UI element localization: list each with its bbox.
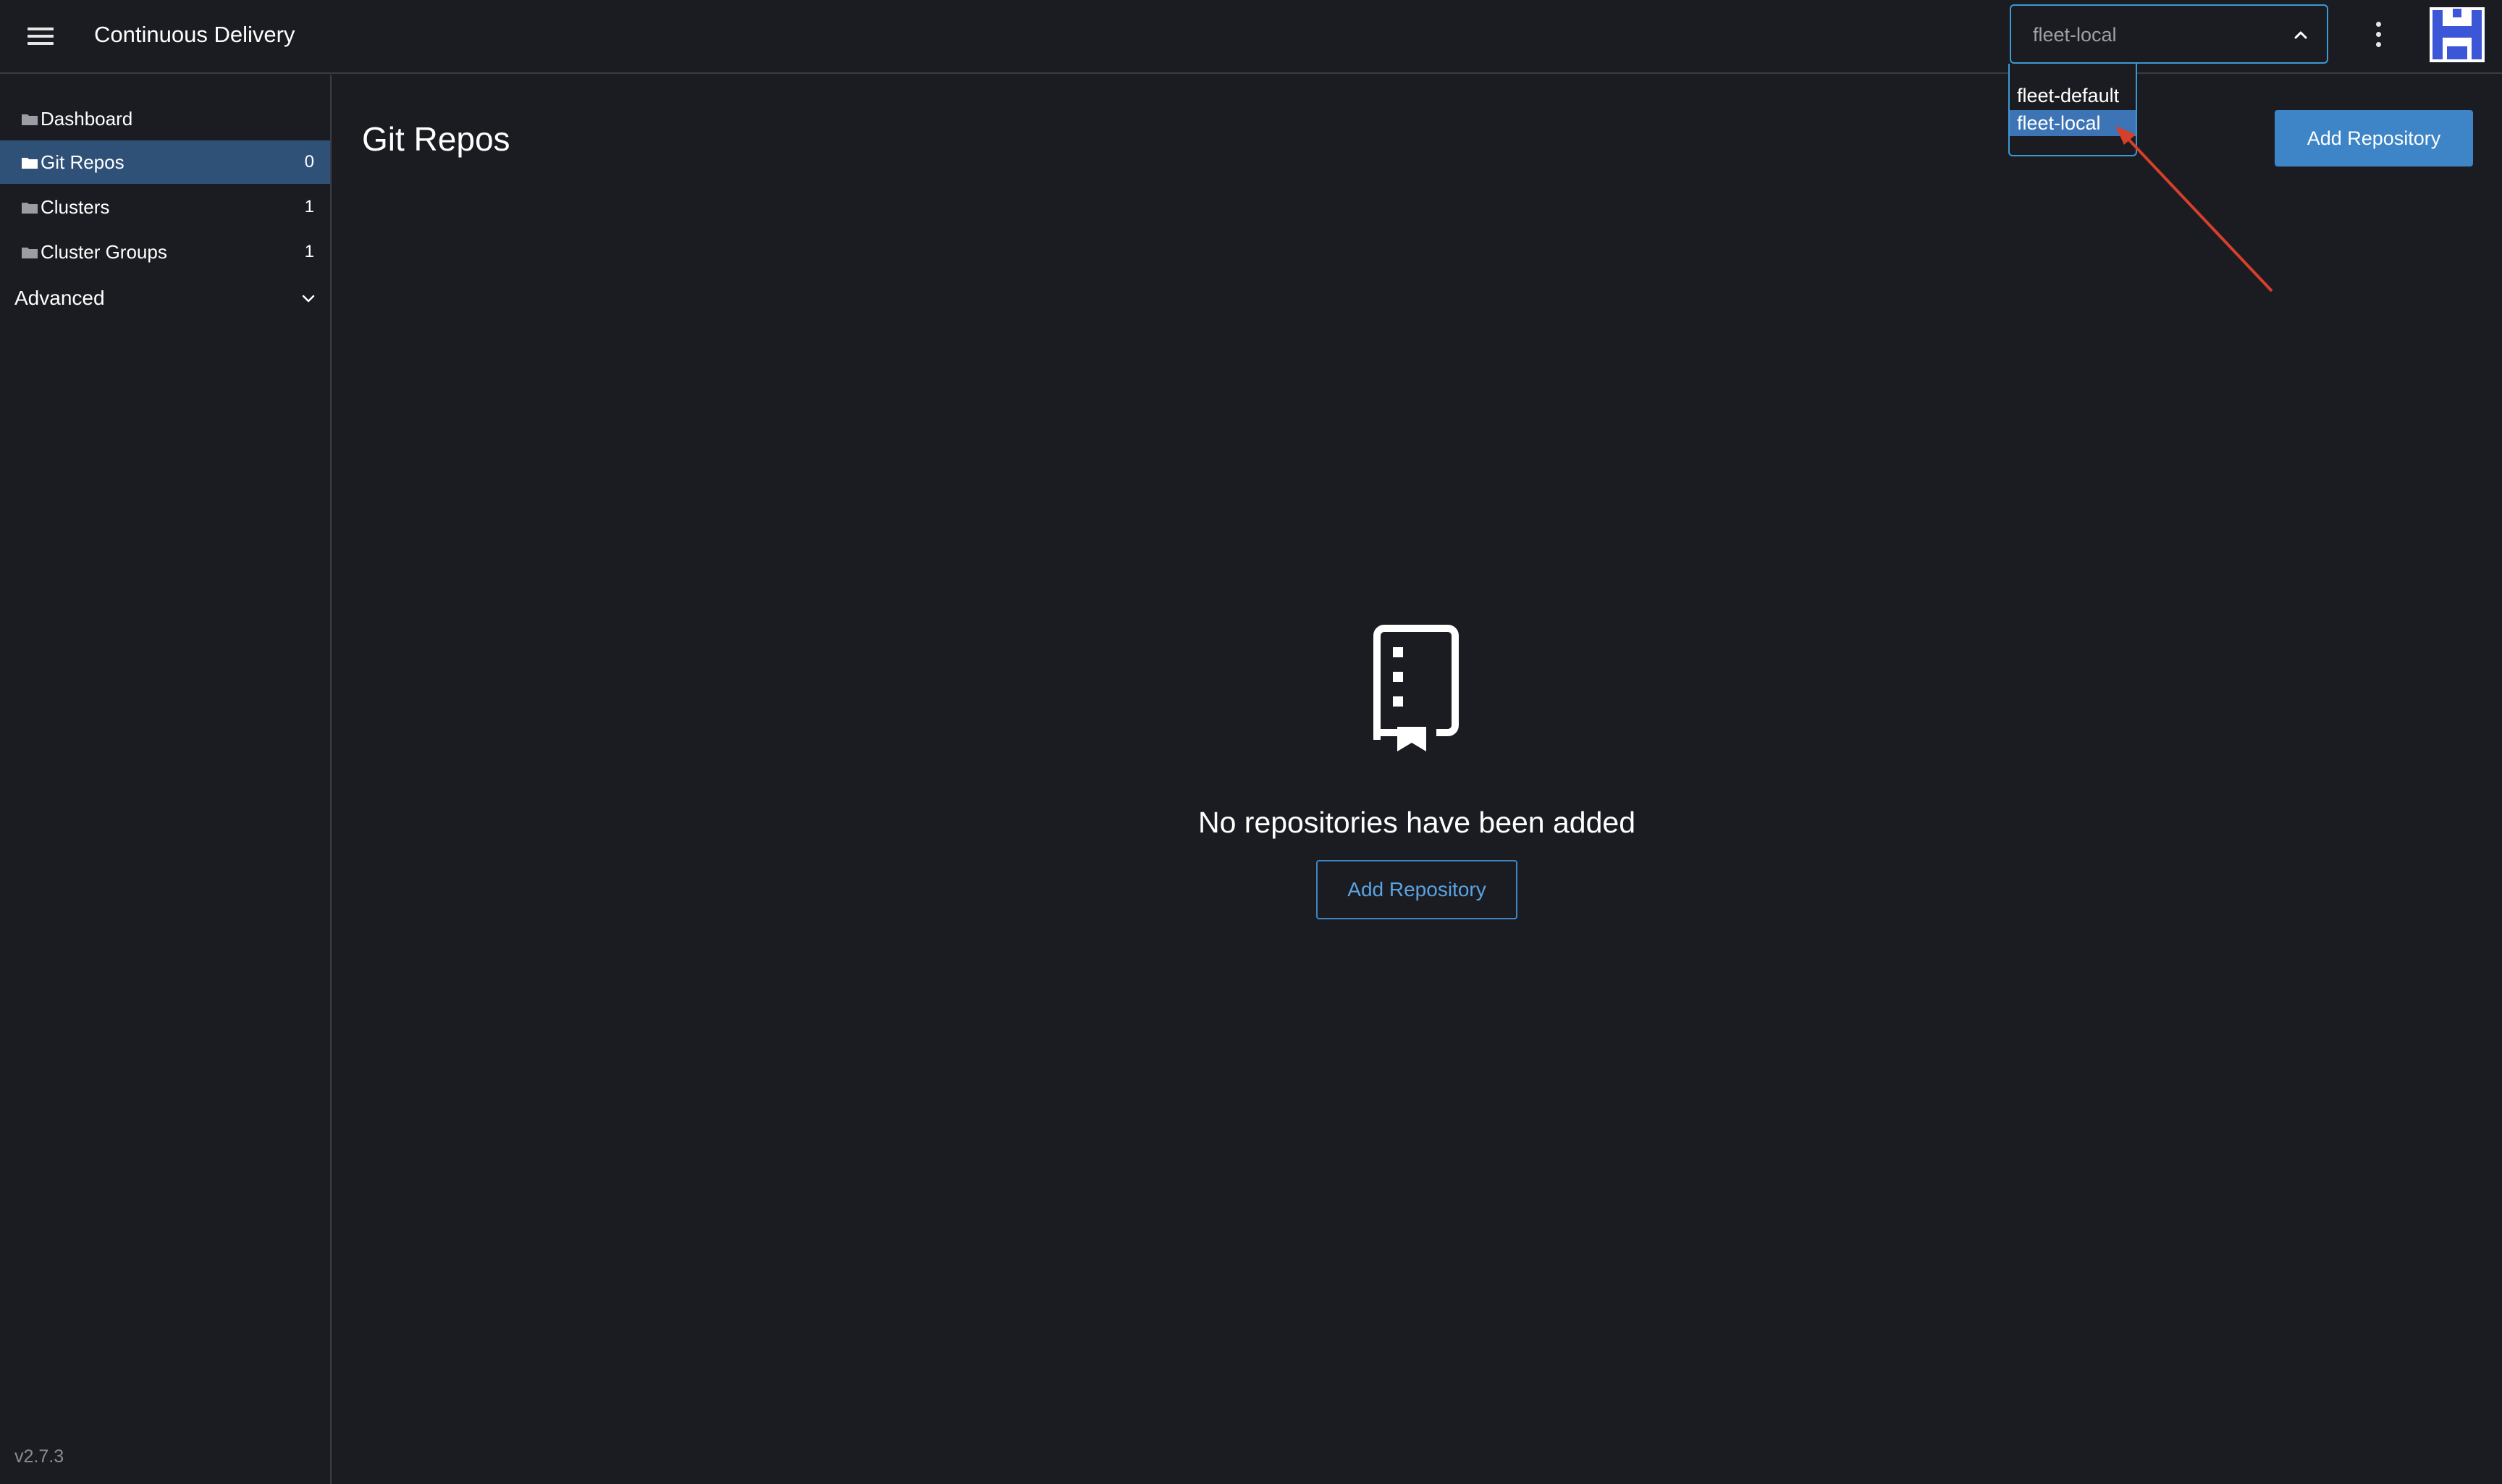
sidebar-item-git-repos[interactable]: Git Repos 0 xyxy=(0,140,330,184)
empty-state-message: No repositories have been added xyxy=(1197,806,1636,839)
workspace-option-fleet-local[interactable]: fleet-local xyxy=(2010,110,2136,136)
folder-icon xyxy=(22,248,38,258)
kebab-menu-icon[interactable] xyxy=(2367,19,2389,51)
workspace-select-value: fleet-local xyxy=(2033,24,2117,46)
sidebar-item-label: Dashboard xyxy=(41,108,133,130)
sidebar: Dashboard Git Repos 0 Clusters 1 Cluster… xyxy=(0,75,332,1484)
chevron-up-icon xyxy=(2294,31,2307,39)
workspace-select[interactable]: fleet-local xyxy=(2010,4,2328,64)
sidebar-group-advanced[interactable]: Advanced xyxy=(0,277,330,320)
sidebar-group-label: Advanced xyxy=(14,287,105,309)
hamburger-menu-icon[interactable] xyxy=(26,22,55,51)
top-header: Continuous Delivery fleet-local xyxy=(0,0,2502,74)
sidebar-item-count: 1 xyxy=(304,242,314,261)
add-repository-button[interactable]: Add Repository xyxy=(2275,110,2473,166)
sidebar-item-cluster-groups[interactable]: Cluster Groups 1 xyxy=(0,230,330,274)
repository-bookmark-icon xyxy=(1373,625,1459,751)
folder-icon xyxy=(22,158,38,169)
page-title: Git Repos xyxy=(362,120,510,158)
avatar-pattern-icon xyxy=(2430,7,2485,62)
empty-state-add-repository-button[interactable]: Add Repository xyxy=(1316,860,1517,919)
sidebar-item-clusters[interactable]: Clusters 1 xyxy=(0,185,330,229)
workspace-dropdown-menu: fleet-default fleet-local xyxy=(2008,64,2137,156)
sidebar-item-label: Git Repos xyxy=(41,151,125,173)
folder-icon xyxy=(22,203,38,214)
sidebar-item-label: Clusters xyxy=(41,196,110,218)
sidebar-item-dashboard[interactable]: Dashboard xyxy=(0,97,330,140)
folder-icon xyxy=(22,114,38,125)
avatar[interactable] xyxy=(2430,7,2485,62)
version-label: v2.7.3 xyxy=(14,1446,64,1467)
sidebar-item-label: Cluster Groups xyxy=(41,241,167,263)
workspace-option-fleet-default[interactable]: fleet-default xyxy=(2010,81,2136,110)
chevron-down-icon xyxy=(302,295,315,303)
sidebar-item-count: 1 xyxy=(304,197,314,216)
app-title: Continuous Delivery xyxy=(94,22,295,47)
sidebar-item-count: 0 xyxy=(304,152,314,172)
